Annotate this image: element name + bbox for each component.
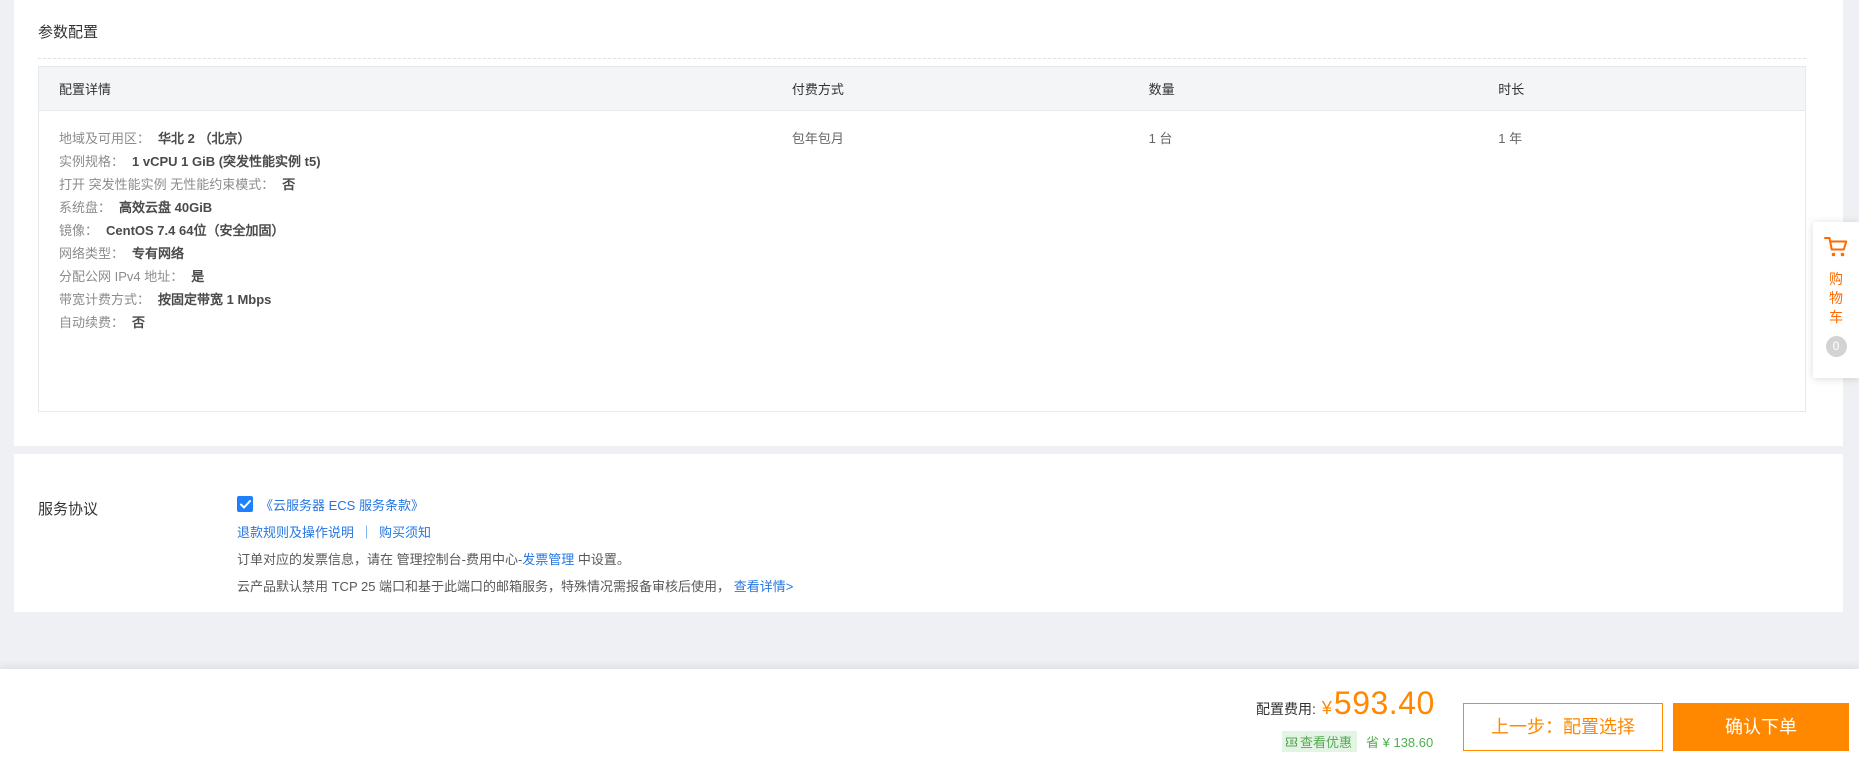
config-table: 配置详情 付费方式 数量 时长 地域及可用区： 华北 2 （北京） 实例规格： 1 v… <box>38 66 1806 412</box>
tcp25-text: 云产品默认禁用 TCP 25 端口和基于此端口的邮箱服务，特殊情况需报备审核后使… <box>237 579 730 594</box>
shopping-cart-icon <box>1823 235 1849 264</box>
config-line-value: 否 <box>282 177 295 192</box>
cart-count-badge: 0 <box>1826 336 1847 357</box>
agreement-links-line: 退款规则及操作说明 ｜ 购买须知 <box>237 524 793 541</box>
agreement-section-label: 服务协议 <box>38 498 98 519</box>
invoice-info-line: 订单对应的发票信息，请在 管理控制台-费用中心-发票管理 中设置。 <box>237 551 793 568</box>
service-agreement-card: 服务协议 《云服务器 ECS 服务条款》 退款规则及操作说明 ｜ 购买须知 订单对应… <box>14 454 1843 612</box>
param-config-card: 参数配置 配置详情 付费方式 数量 时长 地域及可用区： 华北 2 （北京） 实例规… <box>14 0 1843 446</box>
confirm-order-button[interactable]: 确认下单 <box>1673 703 1849 751</box>
payment-method-value: 包年包月 <box>772 111 1129 411</box>
column-header-duration: 时长 <box>1478 79 1805 98</box>
config-detail-lines: 地域及可用区： 华北 2 （北京） 实例规格： 1 vCPU 1 GiB (突发性能实… <box>39 111 772 411</box>
config-line-value: 否 <box>132 315 145 330</box>
savings-row: 查看优惠 省 ¥ 138.60 <box>1282 731 1433 752</box>
config-line: 网络类型： 专有网络 <box>59 242 772 265</box>
invoice-text-prefix: 订单对应的发票信息，请在 管理控制台-费用中心- <box>237 552 522 567</box>
column-header-payment-method: 付费方式 <box>772 79 1129 98</box>
agreement-checkbox[interactable] <box>237 496 253 512</box>
purchase-notice-link[interactable]: 购买须知 <box>379 525 431 540</box>
config-table-row: 地域及可用区： 华北 2 （北京） 实例规格： 1 vCPU 1 GiB (突发性能实… <box>39 111 1805 411</box>
param-section-title: 参数配置 <box>38 21 98 42</box>
shopping-cart-flyout[interactable]: 购 物 车 0 <box>1813 222 1859 378</box>
config-line-value: 华北 2 （北京） <box>158 131 250 146</box>
duration-value: 1 年 <box>1478 111 1805 411</box>
config-line-value: CentOS 7.4 64位（安全加固） <box>106 223 284 238</box>
agreement-body: 《云服务器 ECS 服务条款》 退款规则及操作说明 ｜ 购买须知 订单对应的发票信息… <box>237 494 793 595</box>
config-line-value: 高效云盘 40GiB <box>119 200 212 215</box>
coupon-icon <box>1285 736 1298 748</box>
config-line-label: 网络类型： <box>59 246 124 261</box>
tcp25-notice-line: 云产品默认禁用 TCP 25 端口和基于此端口的邮箱服务，特殊情况需报备审核后使… <box>237 578 793 595</box>
config-line: 打开 突发性能实例 无性能约束模式： 否 <box>59 173 772 196</box>
config-line-value: 1 vCPU 1 GiB (突发性能实例 t5) <box>132 154 321 169</box>
refund-rules-link[interactable]: 退款规则及操作说明 <box>237 525 354 540</box>
config-line-label: 打开 突发性能实例 无性能约束模式： <box>59 177 274 192</box>
prev-step-button[interactable]: 上一步：配置选择 <box>1463 703 1663 751</box>
config-line: 地域及可用区： 华北 2 （北京） <box>59 127 772 150</box>
config-line-label: 分配公网 IPv4 地址： <box>59 269 183 284</box>
column-header-quantity: 数量 <box>1129 79 1479 98</box>
config-line: 镜像： CentOS 7.4 64位（安全加固） <box>59 219 772 242</box>
config-line: 自动续费： 否 <box>59 311 772 334</box>
config-line-label: 系统盘： <box>59 200 111 215</box>
config-line-label: 自动续费： <box>59 315 124 330</box>
ecs-terms-link[interactable]: 《云服务器 ECS 服务条款》 <box>260 495 424 514</box>
config-line-label: 带宽计费方式： <box>59 292 150 307</box>
quantity-value: 1 台 <box>1129 111 1479 411</box>
view-discount-label: 查看优惠 <box>1300 732 1352 751</box>
view-discount-tag[interactable]: 查看优惠 <box>1282 731 1357 752</box>
fee-summary: 配置费用: ¥ 593.40 <box>1256 685 1435 722</box>
config-line: 实例规格： 1 vCPU 1 GiB (突发性能实例 t5) <box>59 150 772 173</box>
order-footer-bar: 配置费用: ¥ 593.40 查看优惠 省 ¥ 138.60 上一步：配置选择 … <box>0 669 1859 771</box>
column-header-config-detail: 配置详情 <box>39 79 772 98</box>
ecs-order-confirm-page: 参数配置 配置详情 付费方式 数量 时长 地域及可用区： 华北 2 （北京） 实例规… <box>0 0 1859 771</box>
config-line-value: 是 <box>191 269 204 284</box>
fee-label: 配置费用: <box>1256 699 1316 719</box>
invoice-text-suffix: 中设置。 <box>574 552 630 567</box>
link-separator: ｜ <box>360 525 373 540</box>
invoice-management-link[interactable]: 发票管理 <box>522 552 574 567</box>
fee-amount: 593.40 <box>1334 685 1435 722</box>
config-line-label: 实例规格： <box>59 154 124 169</box>
config-table-header: 配置详情 付费方式 数量 时长 <box>39 67 1805 111</box>
config-line-label: 地域及可用区： <box>59 131 150 146</box>
view-details-link[interactable]: 查看详情> <box>734 579 794 594</box>
config-line: 带宽计费方式： 按固定带宽 1 Mbps <box>59 288 772 311</box>
config-line: 系统盘： 高效云盘 40GiB <box>59 196 772 219</box>
config-line-value: 专有网络 <box>132 246 184 261</box>
currency-symbol: ¥ <box>1322 698 1332 719</box>
config-line-value: 按固定带宽 1 Mbps <box>158 292 271 307</box>
config-line: 分配公网 IPv4 地址： 是 <box>59 265 772 288</box>
section-divider <box>38 58 1806 59</box>
config-line-label: 镜像： <box>59 223 98 238</box>
shopping-cart-label: 购 物 车 <box>1829 270 1843 327</box>
savings-amount: 省 ¥ 138.60 <box>1366 732 1433 751</box>
